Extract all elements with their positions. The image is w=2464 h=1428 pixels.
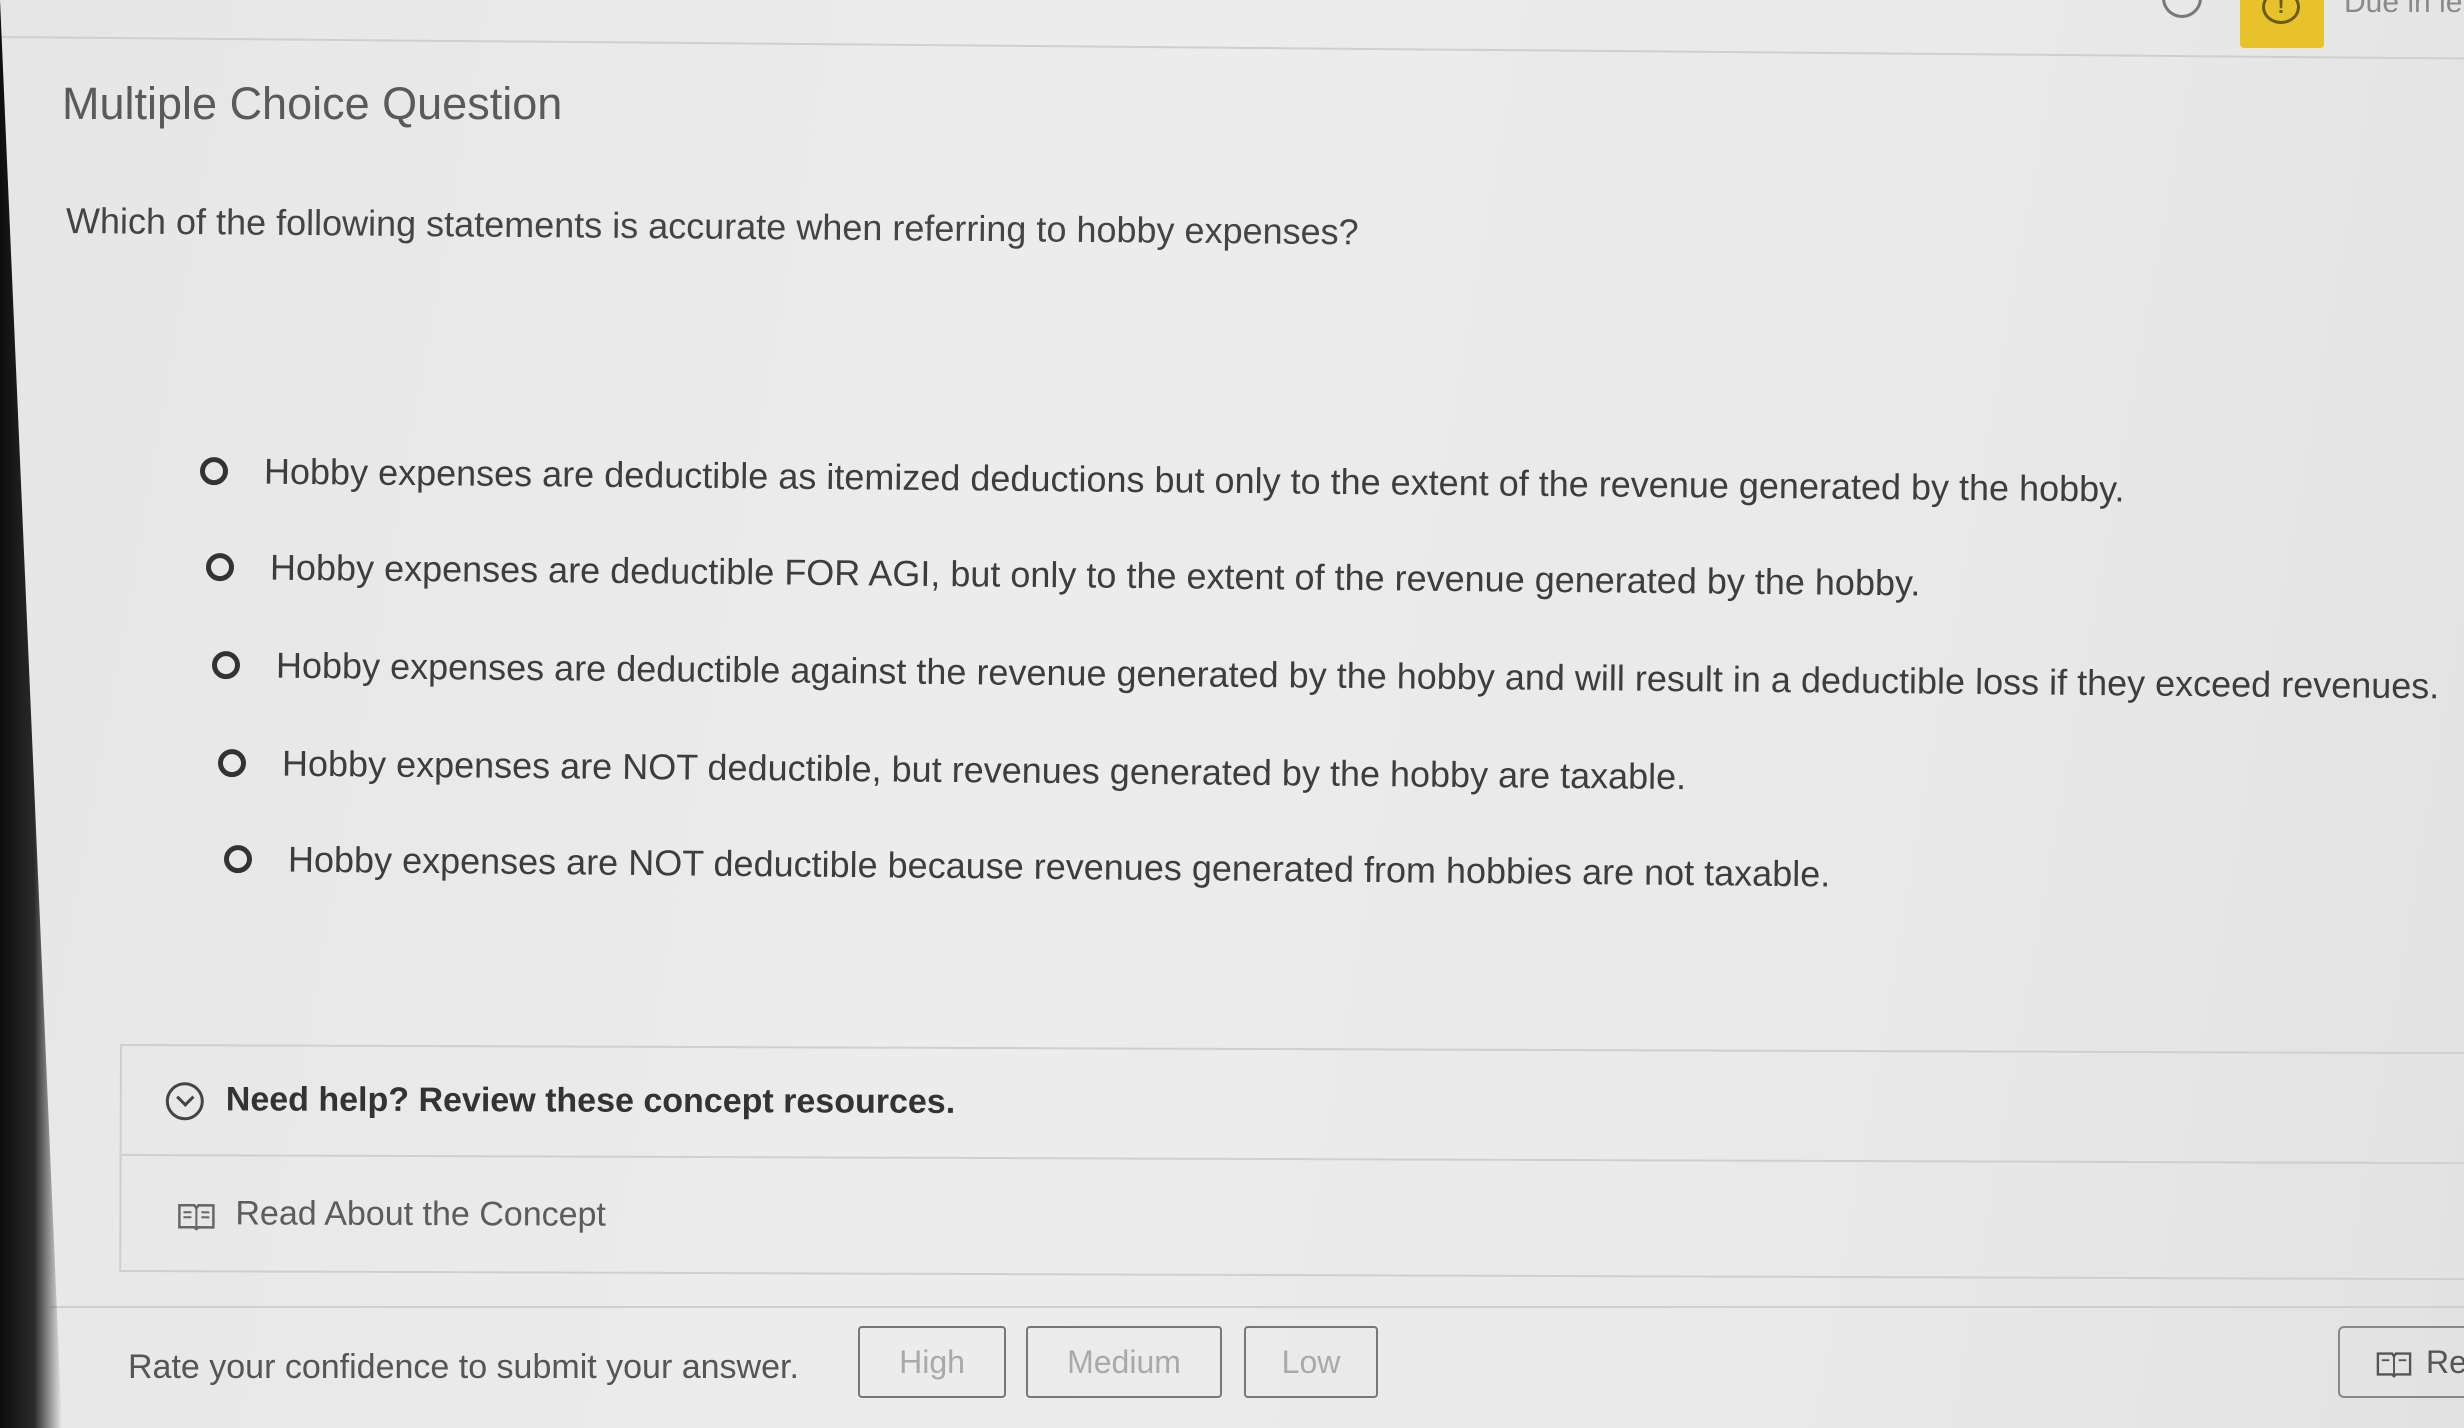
reader-button[interactable]: Re bbox=[2338, 1326, 2464, 1398]
answer-option-1[interactable]: Hobby expenses are deductible as itemize… bbox=[199, 450, 2125, 510]
answer-option-4[interactable]: Hobby expenses are NOT deductible, but r… bbox=[217, 742, 1687, 798]
footer-divider bbox=[50, 1306, 2464, 1308]
radio-button[interactable] bbox=[211, 651, 241, 680]
answer-option-label: Hobby expenses are deductible FOR AGI, b… bbox=[269, 546, 1921, 604]
confidence-low-button[interactable]: Low bbox=[1244, 1326, 1378, 1398]
answer-option-3[interactable]: Hobby expenses are deductible against th… bbox=[211, 644, 2440, 707]
radio-button[interactable] bbox=[199, 457, 229, 486]
confidence-medium-button[interactable]: Medium bbox=[1026, 1326, 1222, 1398]
top-bar: ! Due in le bbox=[0, 0, 2464, 62]
book-icon bbox=[2376, 1352, 2412, 1378]
concept-resources-title: Need help? Review these concept resource… bbox=[225, 1080, 956, 1121]
alert-button[interactable]: ! bbox=[2240, 0, 2324, 48]
book-icon bbox=[178, 1203, 215, 1231]
question-prompt: Which of the following statements is acc… bbox=[65, 200, 1359, 253]
chevron-down-icon[interactable] bbox=[165, 1082, 204, 1121]
reader-button-label: Re bbox=[2426, 1344, 2464, 1380]
radio-button[interactable] bbox=[223, 845, 253, 874]
assessment-screen: ! Due in le Multiple Choice Question Whi… bbox=[0, 0, 2464, 1428]
answer-option-2[interactable]: Hobby expenses are deductible FOR AGI, b… bbox=[205, 546, 1921, 604]
alert-icon: ! bbox=[2262, 0, 2300, 24]
answer-option-label: Hobby expenses are deductible as itemize… bbox=[263, 450, 2125, 510]
read-about-concept-link[interactable]: Read About the Concept bbox=[235, 1194, 606, 1234]
answer-option-5[interactable]: Hobby expenses are NOT deductible becaus… bbox=[223, 838, 1831, 895]
confidence-prompt: Rate your confidence to submit your answ… bbox=[128, 1348, 799, 1386]
answer-option-label: Hobby expenses are NOT deductible becaus… bbox=[287, 838, 1831, 895]
answer-option-label: Hobby expenses are NOT deductible, but r… bbox=[281, 742, 1687, 798]
concept-resources-toggle[interactable]: Need help? Review these concept resource… bbox=[121, 1046, 2464, 1165]
timer-icon[interactable] bbox=[2162, 0, 2202, 18]
radio-button[interactable] bbox=[217, 749, 247, 778]
radio-button[interactable] bbox=[205, 553, 235, 582]
confidence-high-button[interactable]: High bbox=[858, 1326, 1006, 1398]
answer-option-label: Hobby expenses are deductible against th… bbox=[275, 644, 2440, 707]
due-date-text: Due in le bbox=[2344, 0, 2463, 19]
screen-bezel-shadow bbox=[0, 0, 62, 1428]
concept-resources-panel: Need help? Review these concept resource… bbox=[119, 1044, 2464, 1281]
question-type-title: Multiple Choice Question bbox=[62, 78, 563, 129]
top-divider bbox=[0, 36, 2464, 60]
